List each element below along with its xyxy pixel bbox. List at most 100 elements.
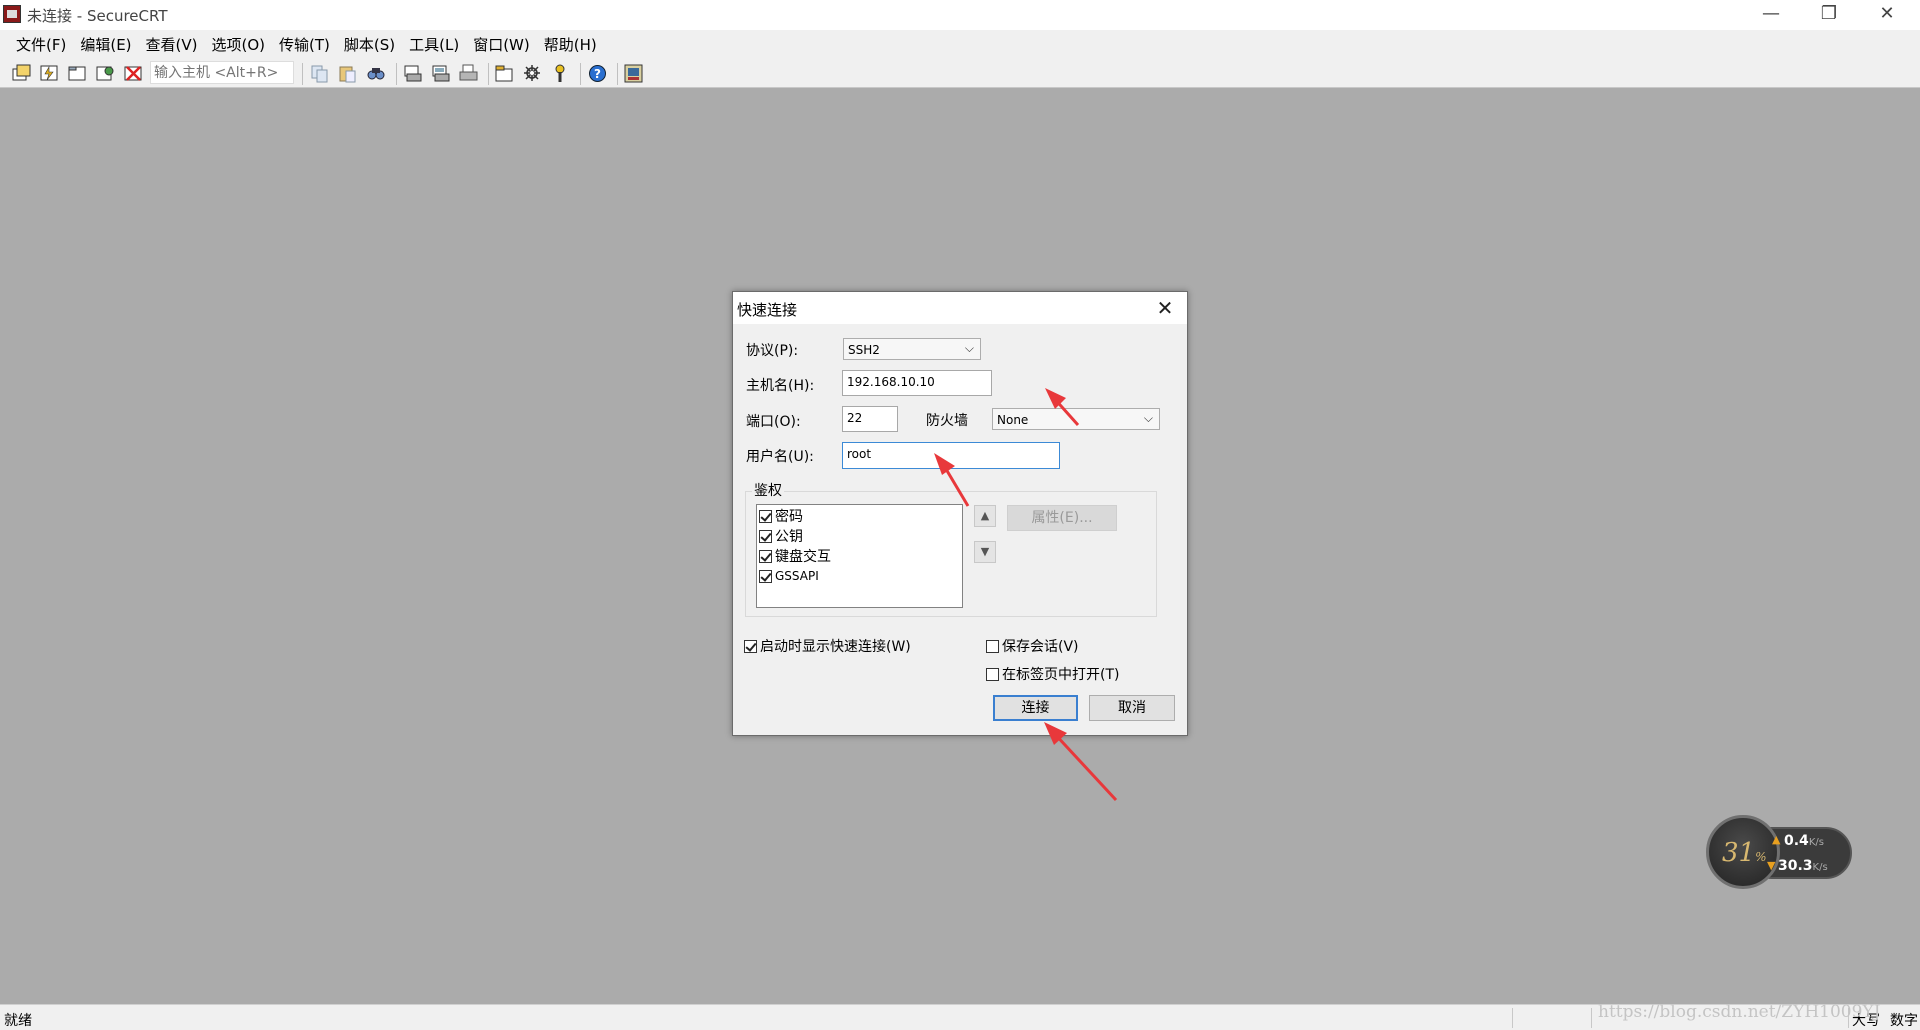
connect-icon[interactable] — [11, 63, 32, 84]
save-session-checkbox[interactable] — [986, 639, 999, 653]
firewall-select[interactable]: None ⌵ — [992, 408, 1160, 430]
status-separator — [1591, 1008, 1592, 1028]
firewall-value: None — [997, 413, 1029, 427]
auth-method-label: 密码 — [775, 509, 803, 525]
reconnect-icon[interactable] — [95, 63, 116, 84]
menu-help[interactable]: 帮助(H) — [537, 34, 604, 55]
paste-icon[interactable] — [337, 63, 358, 84]
dialog-title: 快速连接 — [737, 301, 798, 319]
global-options-icon[interactable] — [522, 63, 543, 84]
num-lock-indicator: 数字 — [1890, 1013, 1918, 1029]
toolbar-separator — [396, 63, 397, 85]
print-screen-icon[interactable] — [402, 63, 423, 84]
print-selection-icon[interactable] — [430, 63, 451, 84]
host-input[interactable] — [150, 61, 294, 84]
menu-script[interactable]: 脚本(S) — [337, 34, 402, 55]
firewall-label: 防火墙 — [926, 413, 968, 429]
keyboard-interactive-checkbox[interactable] — [759, 549, 772, 563]
properties-button[interactable]: 属性(E)... — [1007, 505, 1117, 531]
menu-options[interactable]: 选项(O) — [205, 34, 273, 55]
upload-arrow-icon: ▲ — [1772, 833, 1781, 846]
menu-tools[interactable]: 工具(L) — [402, 34, 466, 55]
show-on-startup-checkbox[interactable] — [744, 639, 757, 653]
auth-method-gssapi[interactable]: GSSAPI — [759, 567, 819, 585]
toolbar-separator — [580, 63, 581, 85]
auth-method-label: GSSAPI — [775, 569, 819, 583]
open-in-tab-checkbox[interactable] — [986, 667, 999, 681]
save-session-label: 保存会话(V) — [1002, 639, 1079, 655]
port-label: 端口(O): — [746, 414, 801, 430]
auth-method-password[interactable]: 密码 — [759, 507, 803, 525]
print-icon[interactable] — [458, 63, 479, 84]
toolbar-separator — [617, 63, 618, 85]
about-icon[interactable] — [623, 63, 644, 84]
gssapi-checkbox[interactable] — [759, 569, 772, 583]
close-window-button[interactable]: ✕ — [1858, 0, 1916, 30]
hostname-label: 主机名(H): — [746, 378, 815, 394]
menu-transfer[interactable]: 传输(T) — [272, 34, 337, 55]
protocol-select[interactable]: SSH2 ⌵ — [843, 338, 981, 360]
session-options-icon[interactable] — [494, 63, 515, 84]
status-text: 就绪 — [4, 1013, 32, 1029]
dialog-close-button[interactable]: ✕ — [1145, 294, 1185, 322]
triangle-up-icon: ▲ — [980, 509, 990, 522]
menu-file[interactable]: 文件(F) — [9, 34, 73, 55]
quick-connect-icon[interactable] — [39, 63, 60, 84]
triangle-down-icon: ▼ — [980, 545, 990, 558]
restore-button[interactable]: ❐ — [1800, 0, 1858, 30]
connect-in-tab-icon[interactable] — [67, 63, 88, 84]
menu-bar: 文件(F) 编辑(E) 查看(V) 选项(O) 传输(T) 脚本(S) 工具(L… — [0, 30, 1920, 58]
auth-method-label: 公钥 — [775, 529, 803, 545]
move-down-button[interactable]: ▼ — [974, 541, 996, 563]
cancel-button[interactable]: 取消 — [1089, 695, 1175, 721]
usage-circle: 31% — [1706, 815, 1780, 889]
keymap-icon[interactable] — [550, 63, 571, 84]
username-label: 用户名(U): — [746, 449, 814, 465]
find-icon[interactable] — [365, 63, 386, 84]
protocol-label: 协议(P): — [746, 343, 799, 359]
network-speed-widget[interactable]: 31% ▲ 0.4K/s ▼ 30.3K/s — [1706, 815, 1854, 891]
window-title: 未连接 - SecureCRT — [27, 7, 168, 25]
username-field[interactable]: root — [842, 442, 1060, 469]
status-separator — [1512, 1008, 1513, 1028]
dialog-title-bar: 快速连接 ✕ — [733, 292, 1187, 324]
menu-edit[interactable]: 编辑(E) — [73, 34, 138, 55]
open-in-tab-label: 在标签页中打开(T) — [1002, 667, 1120, 683]
copy-icon[interactable] — [309, 63, 330, 84]
svg-text:?: ? — [594, 67, 601, 81]
publickey-checkbox[interactable] — [759, 529, 772, 543]
auth-methods-list[interactable]: 密码 公钥 键盘交互 GSSAPI — [756, 504, 963, 608]
disconnect-icon[interactable] — [123, 63, 144, 84]
port-field[interactable]: 22 — [842, 406, 898, 432]
open-in-tab-option[interactable]: 在标签页中打开(T) — [986, 664, 1119, 684]
toolbar: ? — [0, 58, 1920, 88]
usage-percent: 31% — [1722, 838, 1767, 868]
chevron-down-icon: ⌵ — [1143, 411, 1153, 425]
watermark: https://blog.csdn.net/ZYH1009YJ — [1598, 1002, 1881, 1022]
download-arrow-icon: ▼ — [1767, 859, 1776, 872]
protocol-value: SSH2 — [848, 343, 880, 357]
hostname-field[interactable]: 192.168.10.10 — [842, 370, 992, 396]
toolbar-separator — [488, 63, 489, 85]
show-on-startup-option[interactable]: 启动时显示快速连接(W) — [744, 636, 911, 656]
save-session-option[interactable]: 保存会话(V) — [986, 636, 1079, 656]
download-speed: 30.3K/s — [1778, 858, 1828, 874]
title-bar: 未连接 - SecureCRT — ❐ ✕ — [0, 0, 1920, 31]
securecrt-app-icon[interactable] — [3, 5, 21, 23]
minimize-button[interactable]: — — [1742, 0, 1800, 30]
chevron-down-icon: ⌵ — [964, 341, 974, 355]
quick-connect-dialog: 快速连接 ✕ 协议(P): SSH2 ⌵ 主机名(H): 192.168.10.… — [732, 291, 1188, 736]
help-icon[interactable]: ? — [587, 63, 608, 84]
auth-method-keyboard-interactive[interactable]: 键盘交互 — [759, 547, 831, 565]
upload-speed: 0.4K/s — [1784, 833, 1824, 849]
auth-method-label: 键盘交互 — [775, 549, 831, 565]
toolbar-separator — [302, 63, 303, 85]
auth-method-publickey[interactable]: 公钥 — [759, 527, 803, 545]
auth-group-label: 鉴权 — [752, 480, 784, 500]
password-checkbox[interactable] — [759, 509, 772, 523]
show-on-startup-label: 启动时显示快速连接(W) — [760, 639, 911, 655]
move-up-button[interactable]: ▲ — [974, 505, 996, 527]
connect-button[interactable]: 连接 — [993, 695, 1078, 721]
menu-window[interactable]: 窗口(W) — [466, 34, 537, 55]
menu-view[interactable]: 查看(V) — [139, 34, 205, 55]
